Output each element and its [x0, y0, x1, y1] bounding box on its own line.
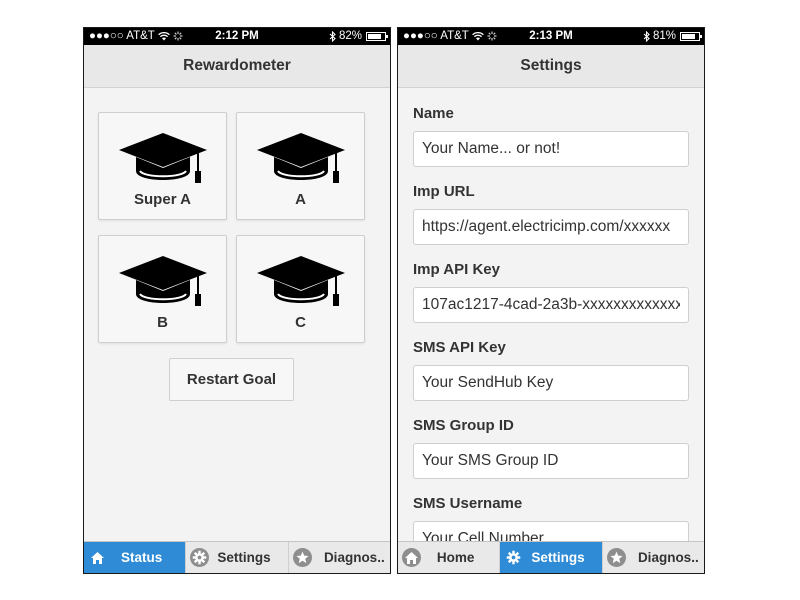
bluetooth-icon: [643, 30, 650, 42]
battery-percent: 82%: [338, 30, 362, 42]
graduation-cap-icon: [256, 133, 345, 183]
sms-api-key-input[interactable]: [413, 365, 689, 401]
tab-label: Status: [121, 550, 163, 565]
sms-api-key-label: SMS API Key: [413, 339, 506, 356]
tab-label: Settings: [531, 550, 585, 565]
graduation-cap-icon: [118, 256, 207, 306]
status-bar: ●●●○○ AT&T 2:13 PM 81%: [398, 28, 704, 45]
tab-label: Home: [436, 550, 475, 565]
bluetooth-icon: [329, 30, 336, 42]
tab-diagnostics[interactable]: Diagnos..: [287, 542, 390, 573]
name-label: Name: [413, 105, 454, 122]
grade-label: B: [157, 314, 168, 331]
sms-username-label: SMS Username: [413, 495, 523, 512]
grade-label: C: [295, 314, 306, 331]
grade-tile-c[interactable]: C: [236, 235, 365, 343]
page-title: Settings: [520, 57, 582, 74]
tab-settings[interactable]: Settings: [499, 542, 602, 573]
grade-tile-b[interactable]: B: [98, 235, 227, 343]
tab-settings[interactable]: Settings: [185, 542, 287, 573]
imp-url-label: Imp URL: [413, 183, 475, 200]
imp-api-key-label: Imp API Key: [413, 261, 500, 278]
rewardometer-screen: ●●●○○ AT&T 2:12 PM 82% Rewardometer Supe…: [83, 27, 391, 574]
tab-bar: Status Settings Diagnos..: [84, 541, 390, 573]
tab-bar: Home Settings Diagnos..: [398, 541, 704, 573]
sms-group-id-input[interactable]: [413, 443, 689, 479]
graduation-cap-icon: [118, 133, 207, 183]
tab-diagnostics[interactable]: Diagnos..: [601, 542, 704, 573]
page-title: Rewardometer: [183, 57, 291, 74]
tab-home[interactable]: Home: [398, 542, 499, 573]
grade-label: A: [295, 191, 306, 208]
imp-url-input[interactable]: [413, 209, 689, 245]
grade-grid: Super A A B C: [98, 112, 366, 344]
battery-icon: [680, 31, 702, 41]
tab-label: Diagnos..: [323, 550, 385, 565]
settings-screen: ●●●○○ AT&T 2:13 PM 81% Settings Name Imp…: [397, 27, 705, 574]
tab-label: Diagnos..: [637, 550, 699, 565]
grade-tile-super-a[interactable]: Super A: [98, 112, 227, 220]
battery-icon: [366, 31, 388, 41]
nav-bar: Rewardometer: [84, 45, 390, 88]
battery-percent: 81%: [652, 30, 676, 42]
name-input[interactable]: [413, 131, 689, 167]
sms-group-id-label: SMS Group ID: [413, 417, 514, 434]
nav-bar: Settings: [398, 45, 704, 88]
grade-tile-a[interactable]: A: [236, 112, 365, 220]
restart-goal-button[interactable]: Restart Goal: [169, 358, 294, 401]
imp-api-key-input[interactable]: [413, 287, 689, 323]
status-bar: ●●●○○ AT&T 2:12 PM 82%: [84, 28, 390, 45]
tab-label: Settings: [217, 550, 271, 565]
graduation-cap-icon: [256, 256, 345, 306]
tab-status[interactable]: Status: [84, 542, 186, 573]
grade-label: Super A: [134, 191, 191, 208]
settings-form: Name Imp URL Imp API Key SMS API Key SMS…: [398, 105, 704, 557]
